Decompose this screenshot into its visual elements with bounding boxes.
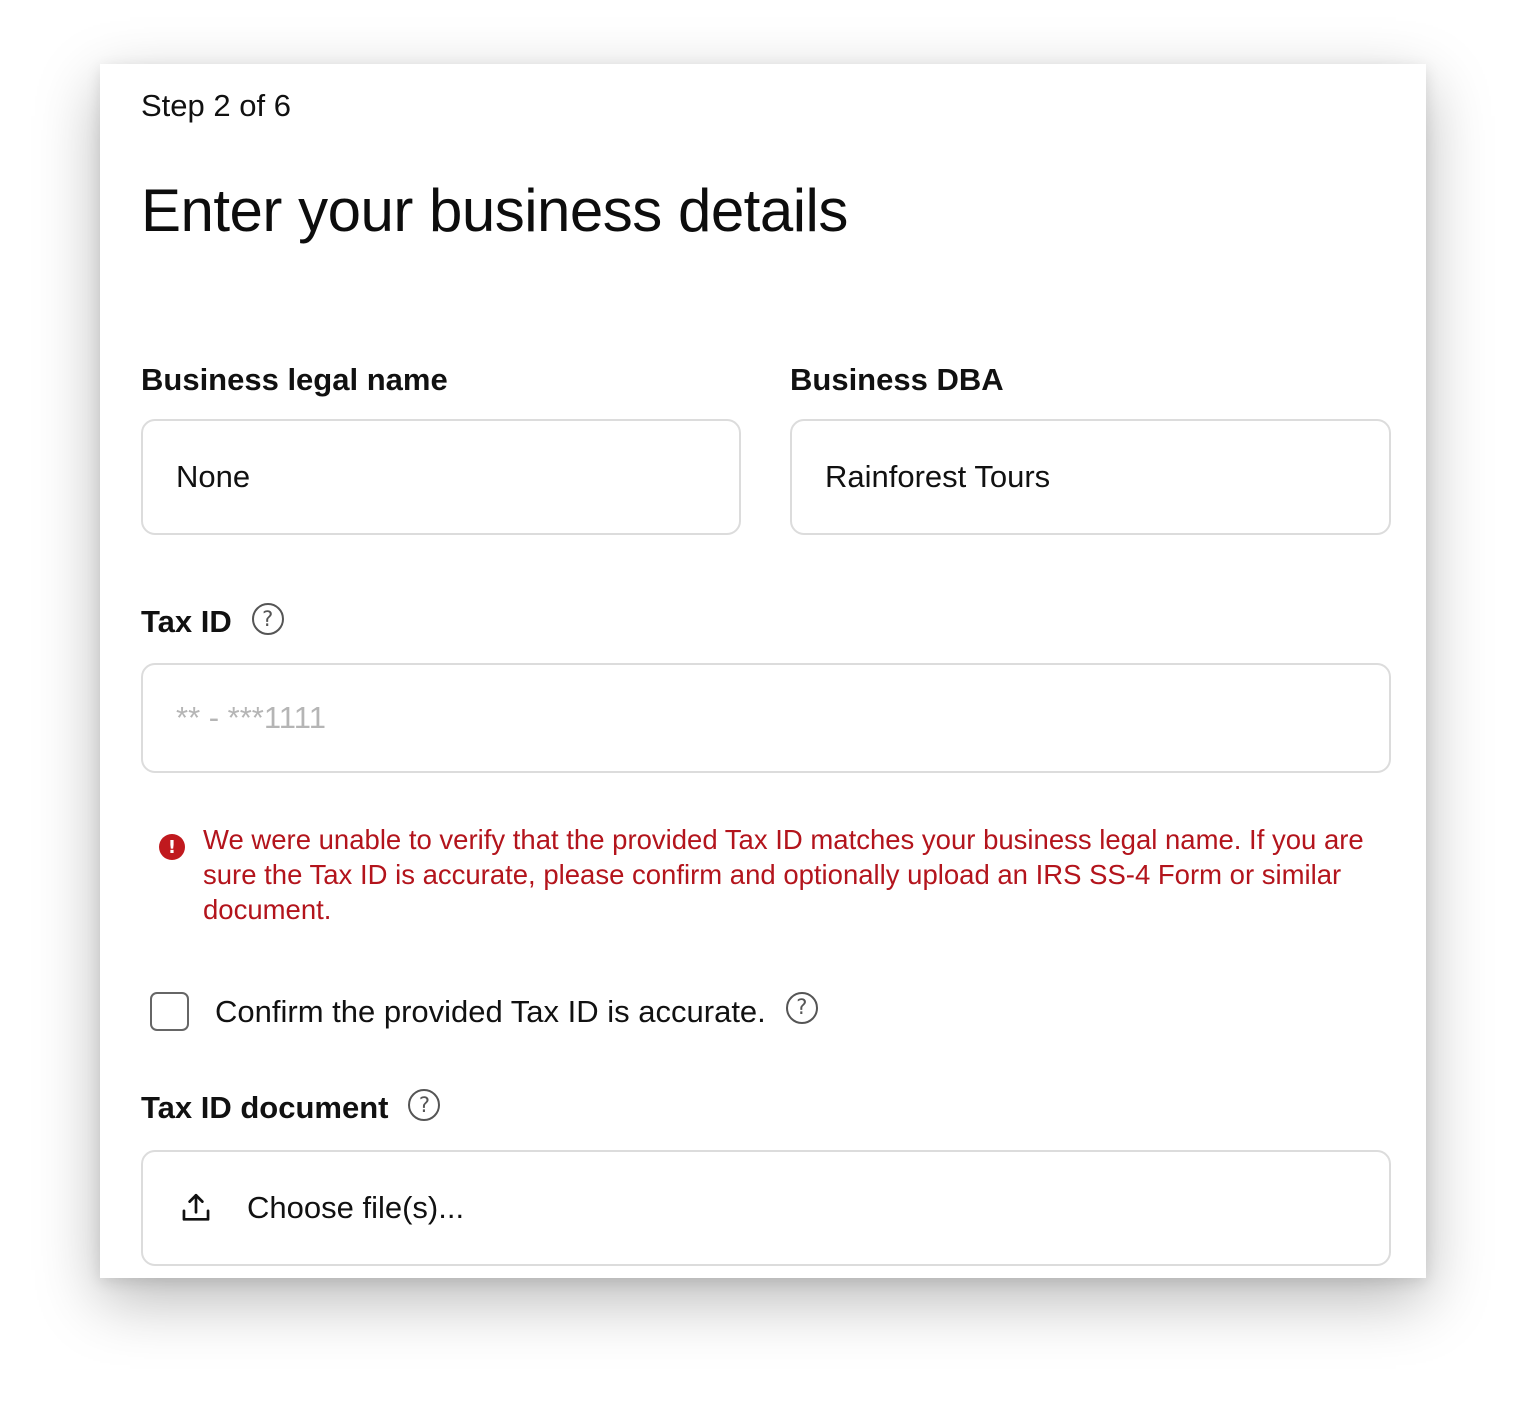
tax-id-label: Tax ID ? [141,603,284,640]
tax-doc-label: Tax ID document ? [141,1089,441,1126]
legal-name-field[interactable] [141,419,741,535]
tax-id-label-text: Tax ID [141,604,232,639]
dba-field[interactable] [790,419,1391,535]
dba-label: Business DBA [790,362,1004,398]
legal-name-input[interactable] [176,459,739,495]
tax-id-input[interactable] [176,700,1389,736]
question-circle-icon[interactable]: ? [785,991,818,1024]
confirm-label[interactable]: Confirm the provided Tax ID is accurate. [215,994,766,1030]
dba-label-text: Business DBA [790,362,1004,397]
legal-name-label-text: Business legal name [141,362,448,397]
alert-circle-icon: ! [159,834,185,860]
question-circle-icon[interactable]: ? [251,603,284,635]
tax-doc-label-text: Tax ID document [141,1090,389,1125]
step-indicator: Step 2 of 6 [141,88,291,123]
tax-id-error: ! We were unable to verify that the prov… [159,822,1389,927]
legal-name-label: Business legal name [141,362,448,398]
tax-id-field[interactable] [141,663,1391,773]
file-upload-button[interactable]: Choose file(s)... [141,1150,1391,1266]
form-window: Step 2 of 6 Enter your business details … [100,64,1426,1278]
file-upload-label: Choose file(s)... [247,1190,465,1225]
confirm-row: Confirm the provided Tax ID is accurate.… [150,991,818,1031]
upload-icon [182,1193,210,1221]
confirm-checkbox[interactable] [150,992,189,1031]
error-message: We were unable to verify that the provid… [203,824,1364,925]
question-circle-icon[interactable]: ? [408,1089,441,1121]
page-title: Enter your business details [141,177,848,244]
dba-input[interactable] [825,459,1389,495]
